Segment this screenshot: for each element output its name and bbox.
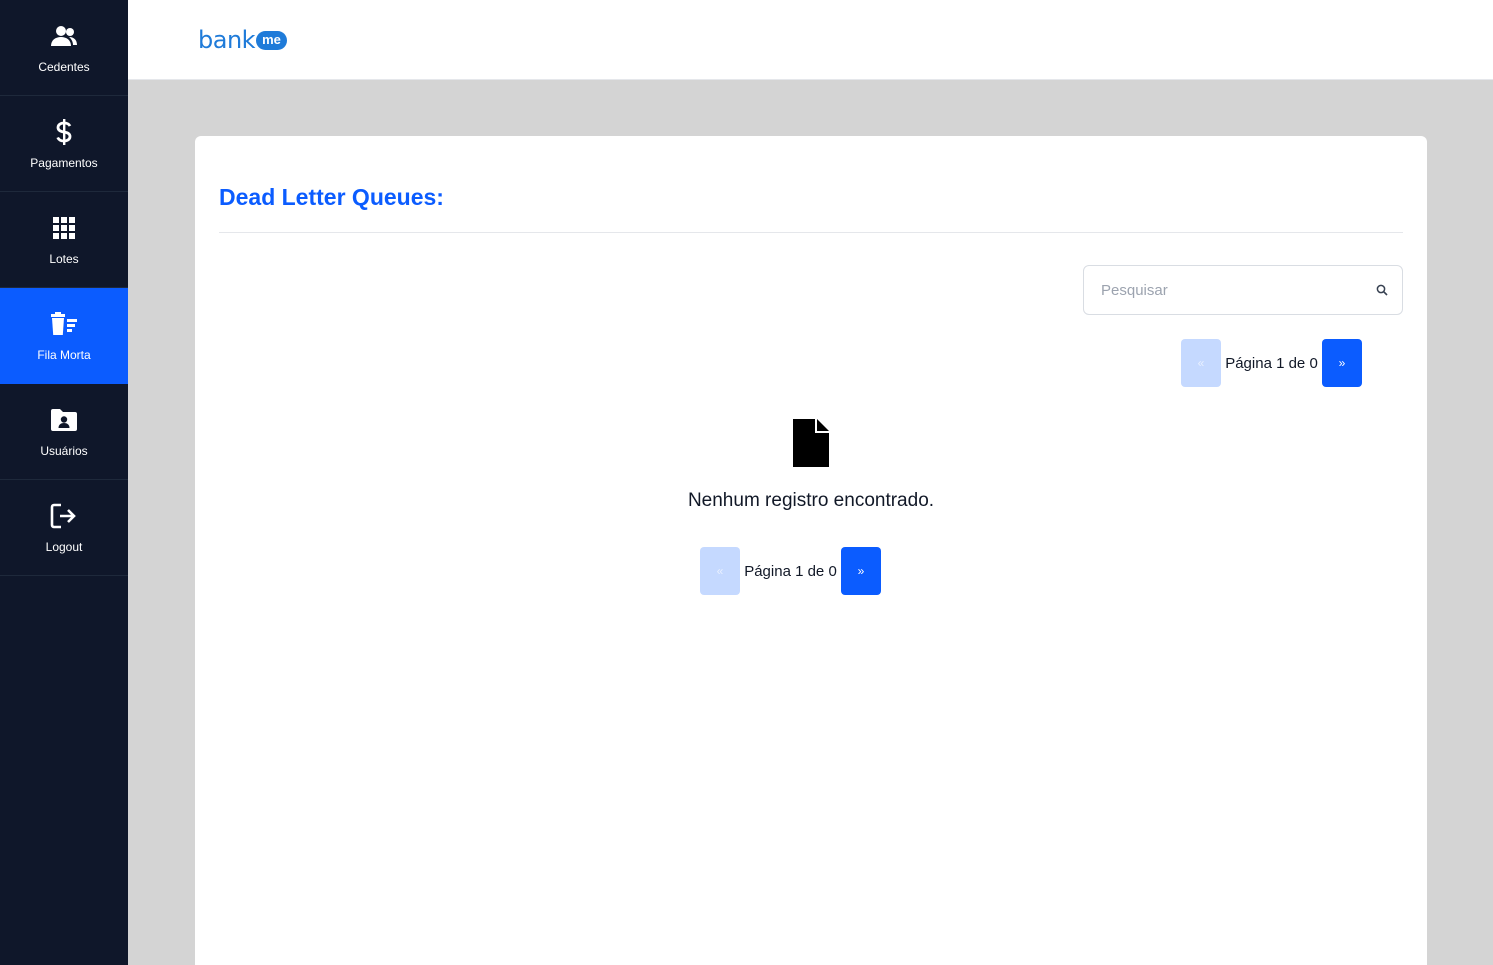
logo-word: bank [198,26,256,54]
sidebar-item-logout[interactable]: Logout [0,480,128,576]
pagination-bottom: « Página 1 de 0 » [700,547,881,595]
trash-list-icon [50,310,78,338]
next-page-button[interactable]: » [841,547,881,595]
top-bar: bank me [128,0,1493,80]
prev-page-button[interactable]: « [700,547,740,595]
page-info: Página 1 de 0 [1225,354,1318,372]
user-folder-icon [50,406,78,434]
sidebar-item-label: Pagamentos [30,155,98,170]
logout-icon [50,502,78,530]
sidebar-item-label: Usuários [40,443,88,458]
sidebar-item-fila-morta[interactable]: Fila Morta [0,288,128,384]
file-icon [793,419,829,467]
divider [219,232,1403,233]
prev-page-button[interactable]: « [1181,339,1221,387]
sidebar: Cedentes Pagamentos Lotes Fila Morta Usu… [0,0,128,965]
empty-message: Nenhum registro encontrado. [687,490,935,511]
sidebar-item-label: Fila Morta [37,347,91,362]
bankme-logo[interactable]: bank me [198,26,287,54]
sidebar-item-usuarios[interactable]: Usuários [0,384,128,480]
page-title: Dead Letter Queues: [219,184,444,210]
sidebar-item-label: Lotes [49,251,79,266]
sidebar-item-pagamentos[interactable]: Pagamentos [0,96,128,192]
sidebar-item-label: Logout [45,539,83,554]
logo-pill: me [256,30,287,50]
dollar-icon [50,118,78,146]
search-icon[interactable] [1362,266,1402,314]
sidebar-item-label: Cedentes [38,59,90,74]
pagination-top: « Página 1 de 0 » [1181,339,1362,387]
search-box [1083,265,1403,315]
page-info: Página 1 de 0 [744,562,837,580]
main-card: Dead Letter Queues: « Página 1 de 0 » Ne… [195,136,1427,965]
grid-icon [50,214,78,242]
search-input[interactable] [1084,266,1362,314]
users-icon [50,22,78,50]
sidebar-item-cedentes[interactable]: Cedentes [0,0,128,96]
sidebar-item-lotes[interactable]: Lotes [0,192,128,288]
next-page-button[interactable]: » [1322,339,1362,387]
